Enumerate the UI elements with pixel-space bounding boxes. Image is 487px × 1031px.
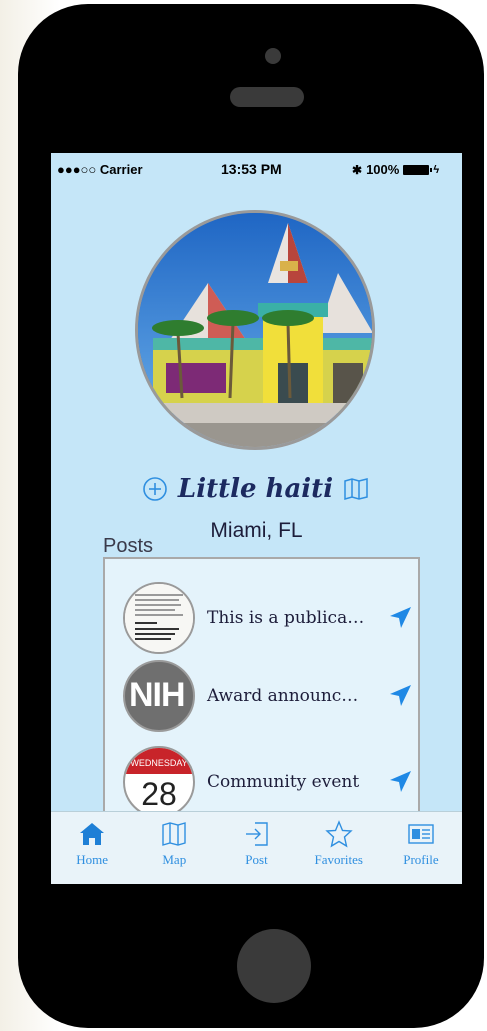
navigate-arrow-icon[interactable] [387,683,413,709]
list-item[interactable]: WEDNESDAY 28 Community event [123,745,413,819]
place-title-row: Little haiti [51,469,462,509]
status-time: 13:53 PM [221,161,282,177]
carrier-signal: ●●●○○ Carrier [57,162,143,177]
place-photo [135,210,375,450]
nih-logo-text: NIH [129,676,186,714]
camera-icon [265,48,281,64]
battery-percent: 100% [366,162,400,177]
map-icon [162,822,186,846]
nih-logo: NIH [123,660,195,732]
add-circle-icon[interactable] [142,476,168,502]
home-icon [80,823,105,845]
tab-label: Favorites [314,852,363,867]
navigate-arrow-icon[interactable] [387,769,413,795]
post-icon [245,822,268,846]
battery-status: ✱ 100% ϟ [352,162,439,177]
tab-map[interactable]: Map [133,812,215,884]
post-title: This is a publica… [207,608,365,628]
map-icon[interactable] [343,478,371,500]
tab-label: Home [76,852,108,867]
post-title: Award announc… [207,686,359,706]
tab-post[interactable]: Post [215,812,297,884]
calendar-day: WEDNESDAY [130,758,188,768]
calendar-date: 28 [141,776,177,812]
calendar-icon: WEDNESDAY 28 [123,746,195,818]
tab-label: Map [162,852,187,867]
place-title: Little haiti [177,474,334,504]
tab-bar: Home Map Post Favorites Profile [51,811,462,884]
tab-favorites[interactable]: Favorites [298,812,380,884]
profile-card-icon [408,824,434,844]
app-screen: ●●●○○ Carrier 13:53 PM ✱ 100% ϟ Little h… [51,153,462,884]
document-icon [123,582,195,654]
charging-icon: ϟ [433,163,440,176]
star-icon [325,820,353,848]
navigate-arrow-icon[interactable] [387,605,413,631]
list-item[interactable]: This is a publica… [123,581,413,655]
battery-icon [403,164,433,175]
post-title: Community event [207,772,360,792]
bluetooth-icon: ✱ [352,162,363,177]
tab-label: Post [245,852,268,867]
tab-home[interactable]: Home [51,812,133,884]
home-hardware-button[interactable] [237,929,311,1003]
status-bar: ●●●○○ Carrier 13:53 PM ✱ 100% ϟ [51,153,462,183]
tab-label: Profile [403,852,439,867]
speaker-grille [230,87,304,107]
posts-section-label: Posts [103,535,154,557]
tab-profile[interactable]: Profile [380,812,462,884]
list-item[interactable]: NIH Award announc… [123,659,413,733]
